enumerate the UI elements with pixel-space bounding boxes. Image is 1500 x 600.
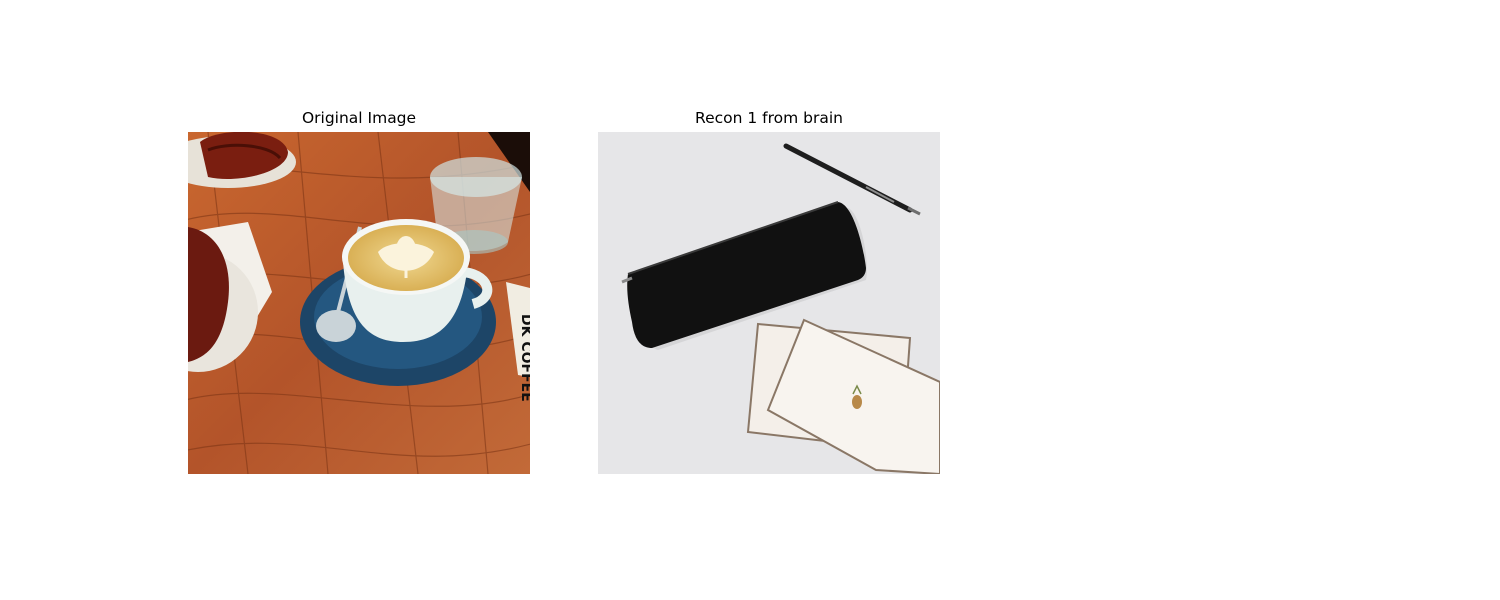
coffee-card-text: DK COFFEE xyxy=(518,314,530,402)
panel-title-original: Original Image xyxy=(301,109,417,127)
spoon xyxy=(316,310,356,342)
recon-image xyxy=(598,132,940,474)
panel-title-recon: Recon 1 from brain xyxy=(695,109,843,127)
original-image: DK COFFEE xyxy=(188,132,530,474)
